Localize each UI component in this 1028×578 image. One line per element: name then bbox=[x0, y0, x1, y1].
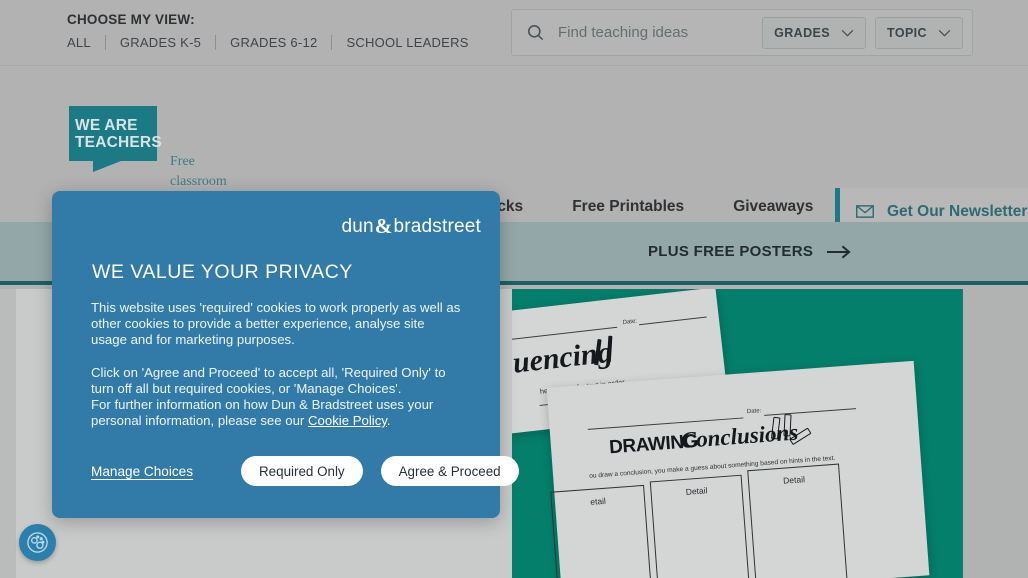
dun-bradstreet-logo: dun & bradstreet bbox=[341, 214, 481, 239]
search-icon bbox=[527, 24, 544, 41]
worksheet-detail-label: etail bbox=[589, 495, 607, 507]
worksheet-date-rule bbox=[764, 408, 857, 416]
search-bar[interactable]: GRADES TOPIC bbox=[511, 9, 973, 56]
hero-right-gutter bbox=[963, 289, 1028, 578]
worksheet-detail-box: Detail bbox=[747, 463, 848, 578]
utility-bar: CHOOSE MY VIEW: ALL GRADES K-5 GRADES 6-… bbox=[0, 0, 1028, 66]
topic-filter-button[interactable]: TOPIC bbox=[875, 16, 963, 49]
grades-filter-button[interactable]: GRADES bbox=[762, 16, 867, 49]
get-newsletter-label: Get Our Newsletter bbox=[887, 202, 1028, 220]
cookie-settings-button[interactable] bbox=[19, 524, 56, 561]
page-root: CHOOSE MY VIEW: ALL GRADES K-5 GRADES 6-… bbox=[0, 0, 1028, 578]
brand-name-left: dun bbox=[341, 215, 374, 237]
brand-ampersand: & bbox=[374, 214, 393, 238]
logo-line-1: WE ARE bbox=[75, 116, 138, 134]
grades-filter-label: GRADES bbox=[774, 25, 831, 40]
cookie-icon bbox=[27, 532, 48, 553]
view-link-school-leaders[interactable]: SCHOOL LEADERS bbox=[332, 35, 482, 50]
brand-name-right: bradstreet bbox=[393, 215, 481, 237]
site-logo[interactable]: WE ARE TEACHERS bbox=[69, 106, 162, 172]
choose-my-view-label: CHOOSE MY VIEW: bbox=[67, 12, 195, 27]
privacy-modal-body: This website uses 'required' cookies to … bbox=[91, 300, 461, 429]
privacy-paragraph-2-part-1: Click on 'Agree and Proceed' to accept a… bbox=[91, 365, 446, 396]
worksheet-detail-label: Detail bbox=[782, 474, 806, 486]
nav-item-giveaways[interactable]: Giveaways bbox=[733, 198, 813, 216]
view-link-grades-k-5[interactable]: GRADES K-5 bbox=[106, 35, 215, 50]
worksheet-title-script: Conclusions bbox=[679, 419, 800, 454]
privacy-modal-actions: Manage Choices Required Only Agree & Pro… bbox=[91, 456, 519, 486]
worksheet-detail-box: Detail bbox=[649, 474, 751, 578]
envelope-icon bbox=[856, 205, 874, 218]
logo-tail bbox=[93, 161, 121, 172]
privacy-paragraph-1: This website uses 'required' cookies to … bbox=[91, 300, 461, 347]
plus-free-posters-link[interactable]: PLUS FREE POSTERS bbox=[648, 243, 851, 260]
topic-filter-label: TOPIC bbox=[887, 25, 927, 40]
logo-line-2: TEACHERS bbox=[75, 133, 162, 151]
view-link-grades-6-12[interactable]: GRADES 6-12 bbox=[216, 35, 331, 50]
nav-item-free-printables[interactable]: Free Printables bbox=[572, 198, 684, 216]
chevron-down-icon bbox=[841, 29, 854, 37]
worksheet-date-label: Date: bbox=[622, 318, 638, 327]
privacy-paragraph-2-end: . bbox=[386, 413, 391, 428]
cookie-policy-link[interactable]: Cookie Policy bbox=[308, 413, 387, 428]
logo-block: WE ARE TEACHERS bbox=[69, 106, 162, 161]
choose-my-view-group: CHOOSE MY VIEW: ALL GRADES K-5 GRADES 6-… bbox=[67, 12, 483, 50]
worksheet-detail-label: Detail bbox=[685, 485, 708, 497]
worksheet-date-label: Date: bbox=[746, 408, 762, 416]
worksheet-drawing-conclusions: Date: DRAWING Conclusions ou draw a conc… bbox=[546, 360, 930, 578]
agree-and-proceed-button[interactable]: Agree & Proceed bbox=[380, 456, 519, 486]
worksheet-date-rule bbox=[639, 316, 707, 326]
chevron-down-icon bbox=[938, 29, 951, 37]
plus-free-posters-label: PLUS FREE POSTERS bbox=[648, 243, 814, 260]
privacy-paragraph-2: Click on 'Agree and Proceed' to accept a… bbox=[91, 365, 461, 429]
hero-image: Date: equencing he events of a text in o… bbox=[512, 289, 963, 578]
privacy-modal-heading: WE VALUE YOUR PRIVACY bbox=[92, 261, 353, 283]
worksheet-detail-box: etail bbox=[550, 484, 653, 578]
crayon-icon bbox=[783, 414, 792, 437]
manage-choices-link[interactable]: Manage Choices bbox=[91, 464, 193, 479]
view-link-all[interactable]: ALL bbox=[67, 35, 105, 50]
hero-left-stripe bbox=[0, 289, 16, 578]
required-only-button[interactable]: Required Only bbox=[241, 456, 363, 486]
search-input[interactable] bbox=[545, 24, 763, 41]
arrow-right-icon bbox=[827, 244, 851, 259]
view-links: ALL GRADES K-5 GRADES 6-12 SCHOOL LEADER… bbox=[67, 35, 483, 50]
